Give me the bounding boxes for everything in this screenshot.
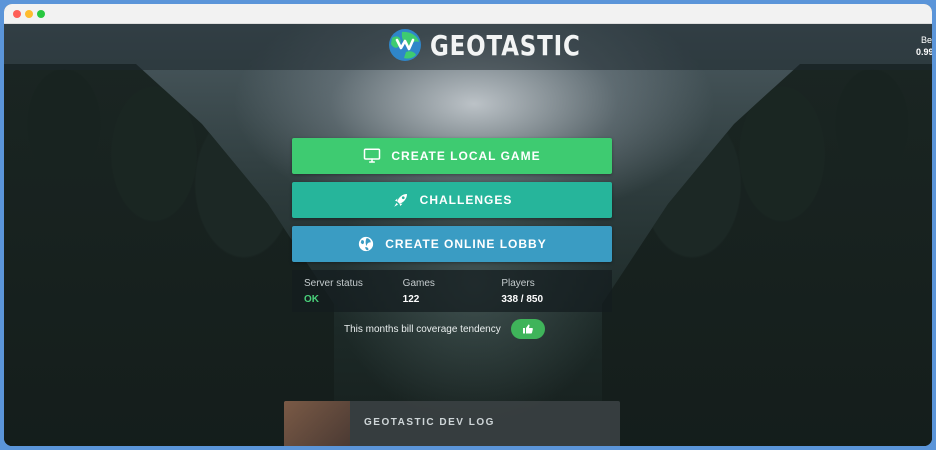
bill-coverage-tendency: This months bill coverage tendency	[344, 319, 545, 339]
create-local-game-button[interactable]: CREATE LOCAL GAME	[292, 138, 612, 174]
forest-left	[4, 64, 334, 446]
close-window-button[interactable]	[13, 10, 21, 18]
browser-window: GEOTASTIC Be 0.99 CREATE LOCAL GAME CHAL…	[4, 4, 932, 446]
monitor-icon	[364, 148, 381, 163]
thumbs-up-icon	[522, 324, 533, 334]
top-navigation-bar: GEOTASTIC Be 0.99	[4, 24, 932, 70]
minimize-window-button[interactable]	[25, 10, 33, 18]
top-right-line1: Be	[920, 35, 932, 45]
server-stats-panel: Server status OK Games 122 Players 338 /…	[292, 270, 612, 312]
top-right-info: Be 0.99	[916, 34, 932, 58]
globe-logo-icon	[389, 29, 421, 61]
players-label: Players	[501, 278, 535, 289]
forest-right	[602, 64, 932, 446]
globe-icon	[359, 236, 374, 252]
players-stat: Players 338 / 850	[501, 278, 600, 312]
logo-text: GEOTASTIC	[430, 28, 581, 62]
server-status-value: OK	[304, 294, 319, 305]
challenges-button[interactable]: CHALLENGES	[292, 182, 612, 218]
dev-log-thumbnail	[284, 401, 350, 446]
maximize-window-button[interactable]	[37, 10, 45, 18]
games-label: Games	[402, 278, 435, 289]
window-titlebar	[4, 4, 932, 24]
create-local-game-label: CREATE LOCAL GAME	[391, 149, 541, 163]
create-online-lobby-label: CREATE ONLINE LOBBY	[385, 237, 547, 251]
dev-log-card[interactable]: GEOTASTIC DEV LOG	[284, 401, 620, 446]
tendency-thumb-button[interactable]	[510, 319, 545, 339]
games-value: 122	[402, 294, 420, 305]
rocket-icon	[393, 194, 407, 207]
players-value: 338 / 850	[501, 294, 544, 305]
dev-log-title: GEOTASTIC DEV LOG	[364, 417, 495, 428]
challenges-label: CHALLENGES	[419, 193, 513, 207]
geotastic-logo[interactable]: GEOTASTIC	[388, 28, 614, 62]
create-online-lobby-button[interactable]: CREATE ONLINE LOBBY	[292, 226, 612, 262]
server-status-label: Server status	[304, 278, 363, 289]
games-stat: Games 122	[403, 278, 502, 312]
tendency-text: This months bill coverage tendency	[344, 323, 501, 335]
top-right-line2: 0.99	[916, 47, 932, 57]
server-status-stat: Server status OK	[304, 278, 403, 312]
main-menu: CREATE LOCAL GAME CHALLENGES CREATE ONLI…	[292, 138, 612, 312]
